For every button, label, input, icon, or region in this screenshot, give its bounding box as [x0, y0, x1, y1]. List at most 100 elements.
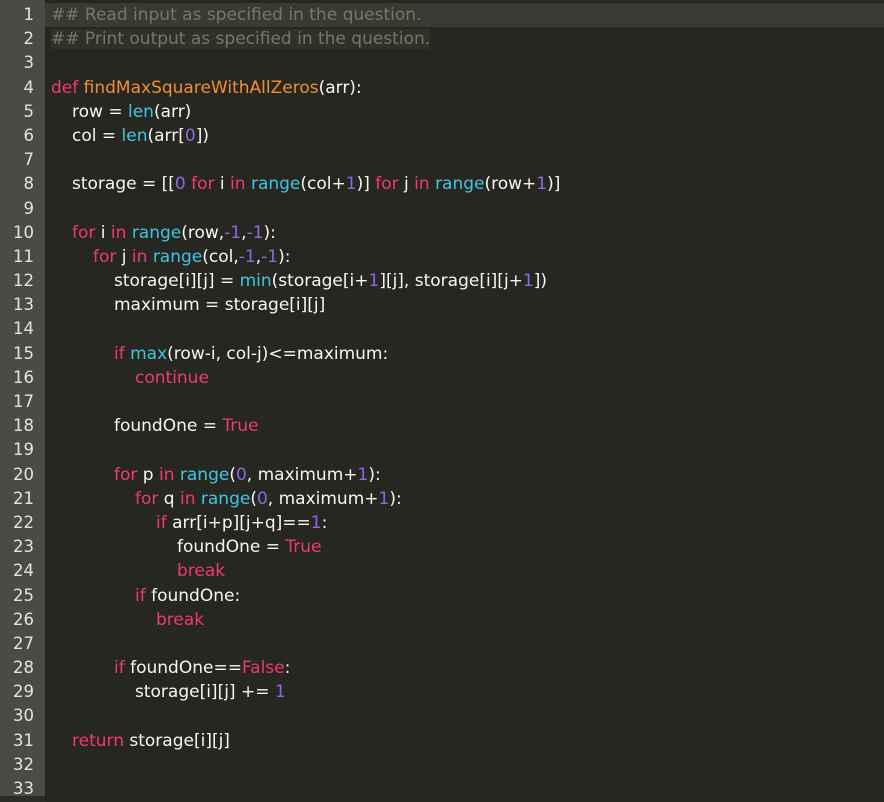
selection-highlight: ## Print output as specified in the ques… — [51, 29, 430, 49]
line-number[interactable]: 10 — [0, 221, 45, 245]
line-number[interactable]: 17 — [0, 390, 45, 414]
code-line[interactable]: storage[i][j] = min(storage[i+1][j], sto… — [45, 269, 884, 293]
code-line[interactable]: storage[i][j] += 1 — [45, 680, 884, 704]
code-token-keyword: return — [72, 731, 124, 751]
code-token-keyword: if — [114, 344, 125, 364]
code-line[interactable] — [45, 317, 884, 341]
code-line[interactable]: for i in range(row,-1,-1): — [45, 221, 884, 245]
code-line[interactable]: row = len(arr) — [45, 100, 884, 124]
code-token-number: 1 — [368, 271, 379, 291]
code-line[interactable]: foundOne = True — [45, 414, 884, 438]
code-line[interactable]: for p in range(0, maximum+1): — [45, 463, 884, 487]
line-number[interactable]: 22 — [0, 511, 45, 535]
code-line[interactable] — [45, 51, 884, 75]
line-number[interactable]: 13 — [0, 293, 45, 317]
code-line[interactable]: break — [45, 608, 884, 632]
line-number[interactable]: 9 — [0, 197, 45, 221]
code-token-text: i — [95, 223, 111, 243]
code-token-number: 1 — [275, 682, 286, 702]
code-token-keyword: False — [242, 658, 285, 678]
code-token-builtin: range — [435, 174, 484, 194]
code-line[interactable]: maximum = storage[i][j] — [45, 293, 884, 317]
code-line[interactable]: if arr[i+p][j+q]==1: — [45, 511, 884, 535]
line-number[interactable]: 32 — [0, 753, 45, 777]
line-number[interactable]: 5 — [0, 100, 45, 124]
code-line[interactable]: return storage[i][j] — [45, 729, 884, 753]
line-number[interactable]: 23 — [0, 535, 45, 559]
code-token-comment: ## Read input as specified in the questi… — [51, 5, 421, 25]
code-token-text: ]) — [196, 126, 209, 146]
line-number[interactable]: 4 — [0, 76, 45, 100]
code-token-builtin: range — [180, 465, 229, 485]
line-number[interactable]: 26 — [0, 608, 45, 632]
line-number[interactable]: 27 — [0, 632, 45, 656]
line-number[interactable]: 11 — [0, 245, 45, 269]
code-token-keyword: if — [156, 513, 167, 533]
line-number[interactable]: 7 — [0, 148, 45, 172]
code-token-keyword: in — [111, 223, 127, 243]
code-token-text: , maximum+ — [268, 489, 379, 509]
code-token-keyword: for — [135, 489, 158, 509]
code-token-text: (row+ — [485, 174, 537, 194]
line-number[interactable]: 28 — [0, 656, 45, 680]
code-token-keyword: in — [414, 174, 430, 194]
code-token-text: foundOne = — [114, 416, 222, 436]
code-line[interactable]: def findMaxSquareWithAllZeros(arr): — [45, 76, 884, 100]
code-token-keyword: if — [135, 586, 146, 606]
line-number[interactable]: 18 — [0, 414, 45, 438]
code-line[interactable] — [45, 148, 884, 172]
line-number[interactable]: 15 — [0, 342, 45, 366]
line-number[interactable]: 30 — [0, 704, 45, 728]
code-line[interactable]: if foundOne: — [45, 584, 884, 608]
line-number[interactable]: 21 — [0, 487, 45, 511]
code-line[interactable] — [45, 390, 884, 414]
code-token-keyword: break — [177, 561, 225, 581]
code-token-text: col = — [72, 126, 122, 146]
line-number[interactable]: 16 — [0, 366, 45, 390]
code-line[interactable] — [45, 753, 884, 777]
line-number[interactable]: 14 — [0, 317, 45, 341]
code-line[interactable]: continue — [45, 366, 884, 390]
code-token-builtin: range — [201, 489, 250, 509]
line-number[interactable]: 12 — [0, 269, 45, 293]
code-line[interactable]: ## Print output as specified in the ques… — [45, 27, 884, 51]
code-token-number: 1 — [358, 465, 369, 485]
code-line[interactable]: if max(row-i, col-j)<=maximum: — [45, 342, 884, 366]
code-line[interactable]: for j in range(col,-1,-1): — [45, 245, 884, 269]
code-area[interactable]: ## Read input as specified in the questi… — [45, 3, 884, 801]
code-line[interactable]: ## Read input as specified in the questi… — [45, 3, 884, 27]
line-number[interactable]: 20 — [0, 463, 45, 487]
code-line[interactable] — [45, 777, 884, 801]
code-token-keyword: def — [51, 78, 78, 98]
code-token-number: 0 — [257, 489, 268, 509]
code-line[interactable] — [45, 704, 884, 728]
line-number[interactable]: 29 — [0, 680, 45, 704]
code-line[interactable] — [45, 438, 884, 462]
code-token-text: (col, — [202, 247, 239, 267]
line-number[interactable]: 1 — [0, 3, 45, 27]
code-token-builtin: range — [153, 247, 202, 267]
code-line[interactable]: if foundOne==False: — [45, 656, 884, 680]
code-token-text: storage = [[ — [72, 174, 175, 194]
line-number[interactable]: 3 — [0, 51, 45, 75]
line-number[interactable]: 19 — [0, 438, 45, 462]
code-line[interactable]: col = len(arr[0]) — [45, 124, 884, 148]
code-token-builtin: min — [240, 271, 272, 291]
code-line[interactable]: storage = [[0 for i in range(col+1)] for… — [45, 172, 884, 196]
line-number[interactable]: 6 — [0, 124, 45, 148]
code-line[interactable]: break — [45, 559, 884, 583]
code-token-text: storage[i][j] += — [135, 682, 275, 702]
line-number[interactable]: 31 — [0, 729, 45, 753]
code-token-text: )] — [547, 174, 560, 194]
line-number[interactable]: 8 — [0, 172, 45, 196]
line-number[interactable]: 24 — [0, 559, 45, 583]
code-line[interactable] — [45, 632, 884, 656]
code-token-number: 1 — [523, 271, 534, 291]
code-line[interactable]: foundOne = True — [45, 535, 884, 559]
line-number[interactable]: 25 — [0, 584, 45, 608]
code-line[interactable] — [45, 197, 884, 221]
code-token-number: 1 — [311, 513, 322, 533]
code-editor[interactable]: 1234567891011121314151617181920212223242… — [0, 0, 884, 802]
line-number[interactable]: 2 — [0, 27, 45, 51]
code-line[interactable]: for q in range(0, maximum+1): — [45, 487, 884, 511]
